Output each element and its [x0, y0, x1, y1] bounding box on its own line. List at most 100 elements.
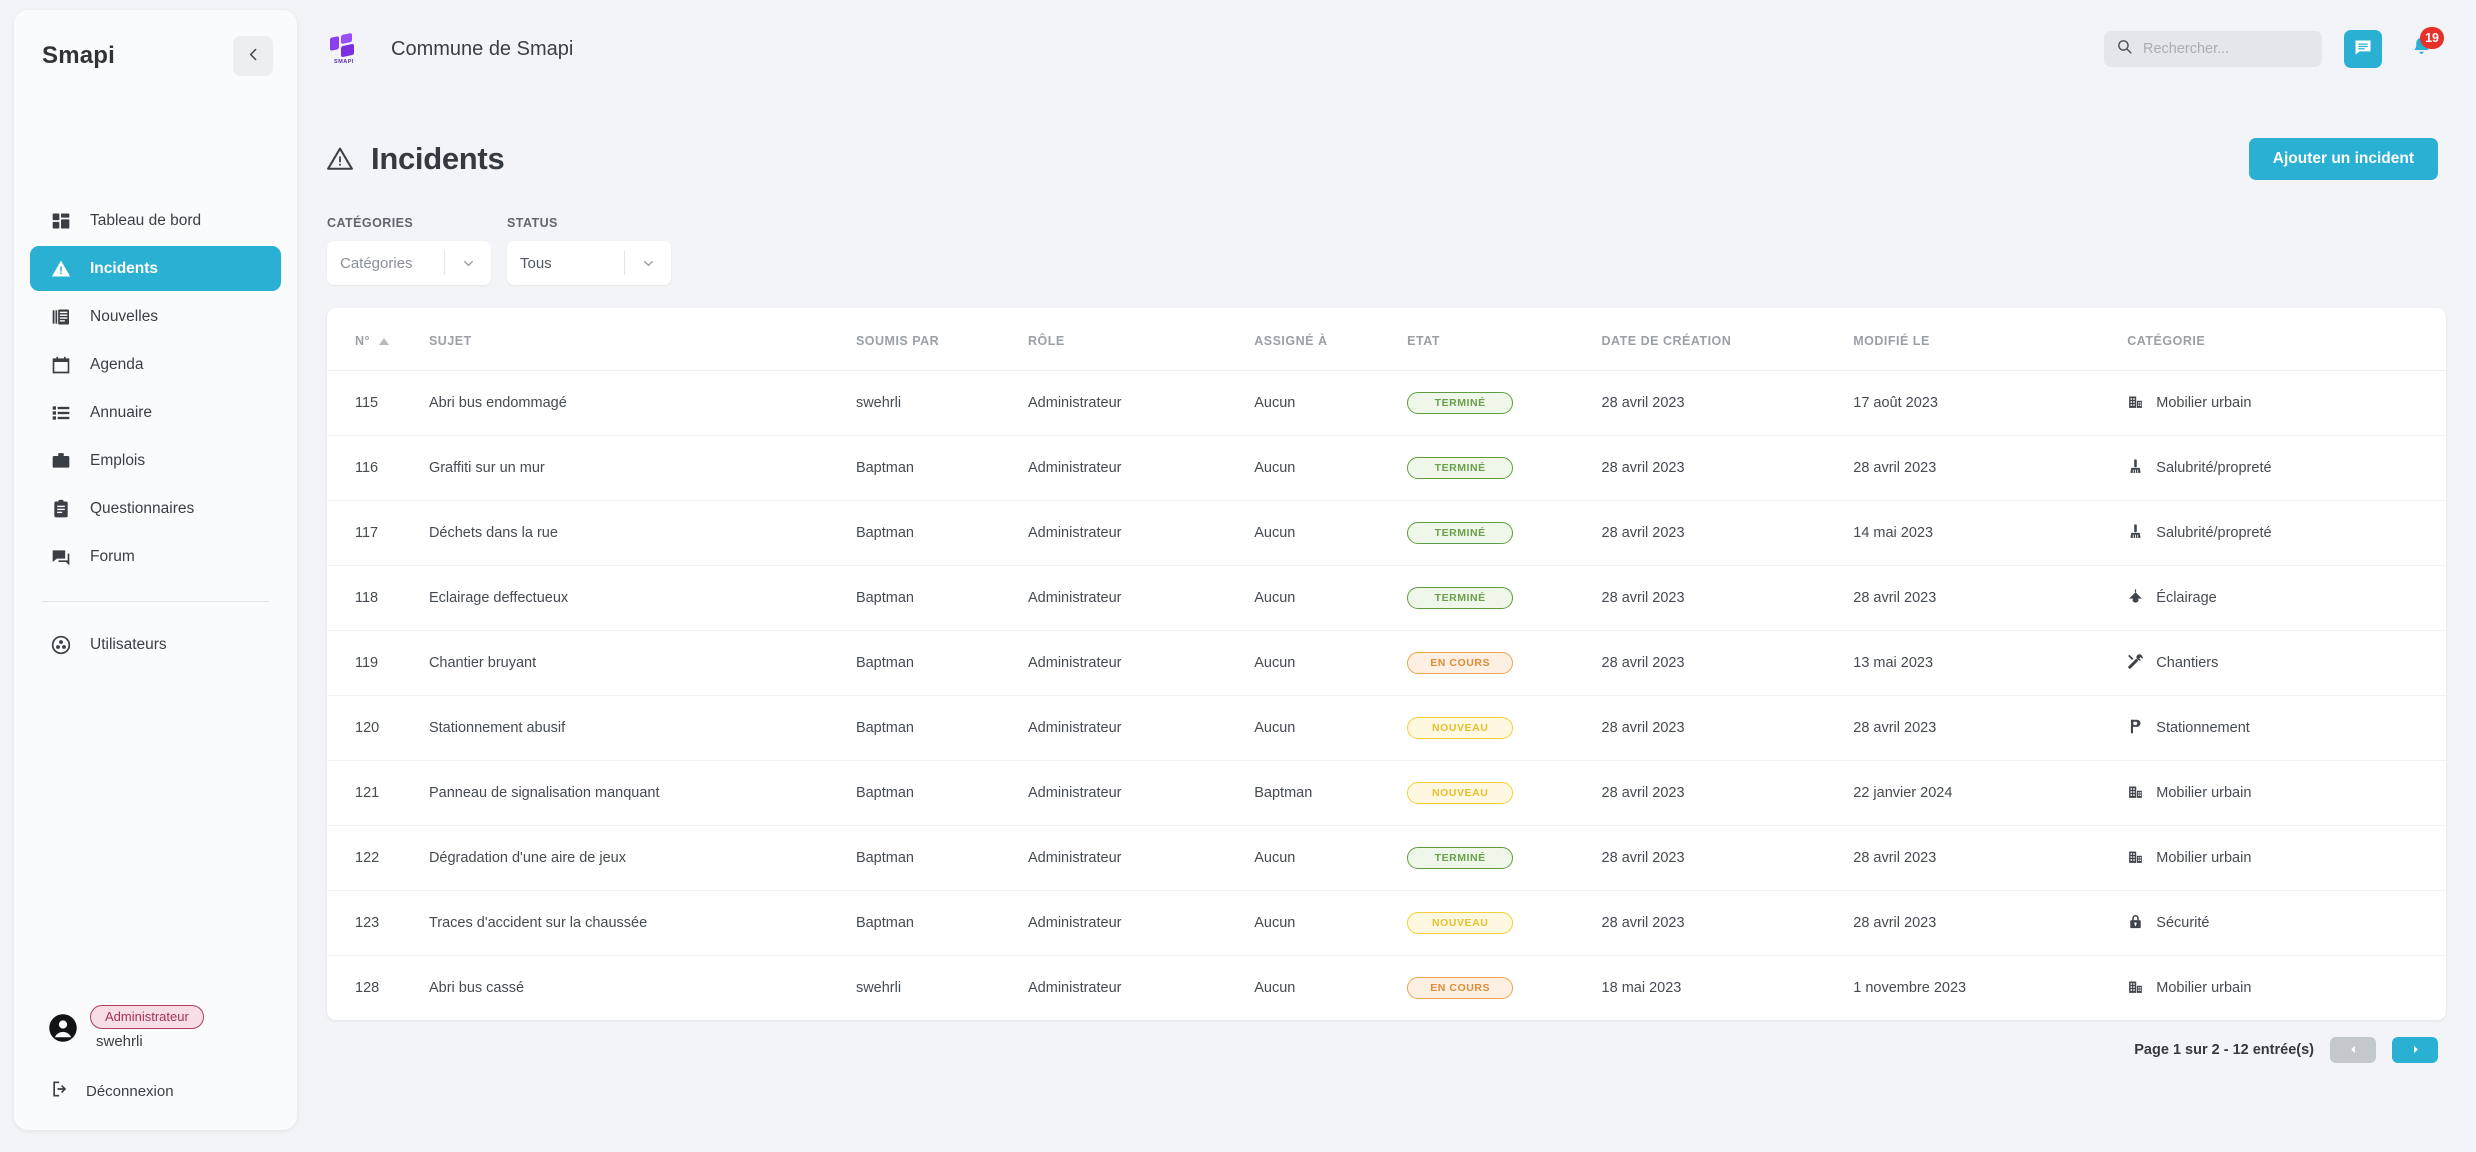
sidebar-item-label: Utilisateurs [90, 635, 167, 653]
logout-label: Déconnexion [86, 1082, 174, 1100]
column-header-assigne-a[interactable]: ASSIGNÉ À [1254, 308, 1408, 371]
cell-modifie-le: 28 avril 2023 [1853, 565, 2128, 631]
add-incident-button[interactable]: Ajouter un incident [2248, 138, 2438, 180]
status-badge: NOUVEAU [1407, 717, 1514, 739]
column-header-etat[interactable]: ETAT [1407, 308, 1602, 371]
cell-categorie: Sécurité [2127, 890, 2446, 956]
incidents-table-card: N° SUJET SOUMIS PAR RÔLE ASSIGNÉ À ETAT … [327, 308, 2446, 1020]
profile[interactable]: Administrateur swehrli [30, 1005, 281, 1050]
column-header-categorie[interactable]: CATÉGORIE [2127, 308, 2446, 371]
parking-icon [2127, 718, 2144, 739]
cell-assigne-a: Aucun [1254, 695, 1408, 761]
cell-etat: NOUVEAU [1407, 695, 1602, 761]
status-badge: TERMINÉ [1407, 587, 1514, 609]
cell-assigne-a: Aucun [1254, 565, 1408, 631]
cell-role: Administrateur [1028, 890, 1255, 956]
cell-assigne-a: Aucun [1254, 370, 1408, 436]
sidebar-item-nouvelles[interactable]: Nouvelles [30, 294, 281, 339]
cell-assigne-a: Aucun [1254, 890, 1408, 956]
filter-status: STATUS Tous [507, 216, 671, 285]
sidebar-item-label: Incidents [90, 259, 159, 277]
notifications-button[interactable]: 19 [2404, 27, 2444, 68]
cell-role: Administrateur [1028, 565, 1255, 631]
table-row[interactable]: 115 Abri bus endommagé swehrli Administrate… [327, 370, 2446, 436]
chevron-down-icon [625, 256, 671, 271]
sidebar-collapse-button[interactable] [233, 36, 273, 76]
table-row[interactable]: 128 Abri bus cassé swehrli Administrateur Au… [327, 956, 2446, 1021]
chat-button[interactable] [2344, 30, 2382, 68]
column-header-date-creation[interactable]: DATE DE CRÉATION [1601, 308, 1854, 371]
pagination-next-button[interactable] [2392, 1037, 2438, 1063]
cell-role: Administrateur [1028, 630, 1255, 696]
search-input[interactable] [2143, 41, 2310, 57]
status-badge: EN COURS [1407, 652, 1514, 674]
search-icon [2116, 38, 2133, 60]
sort-asc-icon [379, 337, 390, 345]
cell-soumis-par: Baptman [855, 630, 1028, 696]
chevron-right-icon [2410, 1043, 2421, 1058]
cell-categorie: Salubrité/propreté [2127, 435, 2446, 501]
broom-icon [2127, 523, 2144, 544]
column-header-sujet[interactable]: SUJET [428, 308, 856, 371]
table-row[interactable]: 117 Déchets dans la rue Baptman Administrat… [327, 500, 2446, 566]
sidebar-item-agenda[interactable]: Agenda [30, 342, 281, 387]
sidebar-item-incidents[interactable]: Incidents [30, 246, 281, 291]
table-row[interactable]: 122 Dégradation d'une aire de jeux Baptman… [327, 825, 2446, 891]
categories-select[interactable]: Catégories [327, 241, 491, 285]
table-row[interactable]: 119 Chantier bruyant Baptman Administrateur… [327, 630, 2446, 696]
column-header-soumis-par[interactable]: SOUMIS PAR [855, 308, 1028, 371]
cell-date-creation: 28 avril 2023 [1601, 630, 1854, 696]
news-icon [50, 306, 72, 328]
sidebar-item-utilisateurs[interactable]: Utilisateurs [30, 622, 281, 667]
cell-assigne-a: Baptman [1254, 760, 1408, 826]
sidebar-item-annuaire[interactable]: Annuaire [30, 390, 281, 435]
sidebar-item-forum[interactable]: Forum [30, 534, 281, 579]
list-icon [50, 402, 72, 424]
building-icon [2127, 978, 2144, 999]
cell-categorie: Éclairage [2127, 565, 2446, 631]
dashboard-icon [50, 210, 72, 232]
table-row[interactable]: 118 Eclairage deffectueux Baptman Administr… [327, 565, 2446, 631]
cell-date-creation: 28 avril 2023 [1601, 370, 1854, 436]
table-row[interactable]: 120 Stationnement abusif Baptman Administra… [327, 695, 2446, 761]
table-row[interactable]: 116 Graffiti sur un mur Baptman Administrat… [327, 435, 2446, 501]
cell-categorie-label: Salubrité/propreté [2156, 460, 2272, 476]
cell-num: 122 [327, 825, 429, 891]
cell-date-creation: 28 avril 2023 [1601, 435, 1854, 501]
table-row[interactable]: 123 Traces d'accident sur la chaussée Bapt… [327, 890, 2446, 956]
logout-button[interactable]: Déconnexion [30, 1072, 281, 1110]
pagination: Page 1 sur 2 - 12 entrée(s) [297, 1020, 2476, 1063]
column-header-role[interactable]: RÔLE [1028, 308, 1255, 371]
status-select[interactable]: Tous [507, 241, 671, 285]
sidebar-item-questionnaires[interactable]: Questionnaires [30, 486, 281, 531]
account-circle-icon [48, 1013, 78, 1043]
search-box[interactable] [2104, 31, 2322, 67]
cell-sujet: Eclairage deffectueux [428, 565, 856, 631]
building-icon [2127, 848, 2144, 869]
cell-num: 128 [355, 980, 380, 996]
cell-modifie-le: 13 mai 2023 [1853, 630, 2128, 696]
pagination-prev-button[interactable] [2330, 1037, 2376, 1063]
sidebar-item-tableau-de-bord[interactable]: Tableau de bord [30, 198, 281, 243]
cell-soumis-par: Baptman [855, 695, 1028, 761]
status-badge: TERMINÉ [1407, 847, 1514, 869]
cell-categorie-label: Stationnement [2156, 720, 2250, 736]
cell-date-creation: 28 avril 2023 [1601, 825, 1854, 891]
cell-modifie-le: 14 mai 2023 [1853, 500, 2128, 566]
cell-date-creation: 28 avril 2023 [1601, 500, 1854, 566]
column-header-modifie-le[interactable]: MODIFIÉ LE [1853, 308, 2128, 371]
cell-sujet: Panneau de signalisation manquant [428, 760, 856, 826]
notification-badge: 19 [2420, 27, 2444, 49]
cell-sujet: Dégradation d'une aire de jeux [428, 825, 856, 891]
status-badge: NOUVEAU [1407, 782, 1514, 804]
cell-num: 116 [327, 435, 429, 501]
column-header-num[interactable]: N° [327, 308, 429, 371]
calendar-icon [50, 354, 72, 376]
filter-status-label: STATUS [507, 216, 558, 230]
cell-etat: TERMINÉ [1407, 370, 1602, 436]
table-row[interactable]: 121 Panneau de signalisation manquant Bapt… [327, 760, 2446, 826]
cell-sujet: Traces d'accident sur la chaussée [428, 890, 856, 956]
forum-icon [50, 546, 72, 568]
topbar-actions: 19 [2104, 27, 2444, 68]
sidebar-item-emplois[interactable]: Emplois [30, 438, 281, 483]
